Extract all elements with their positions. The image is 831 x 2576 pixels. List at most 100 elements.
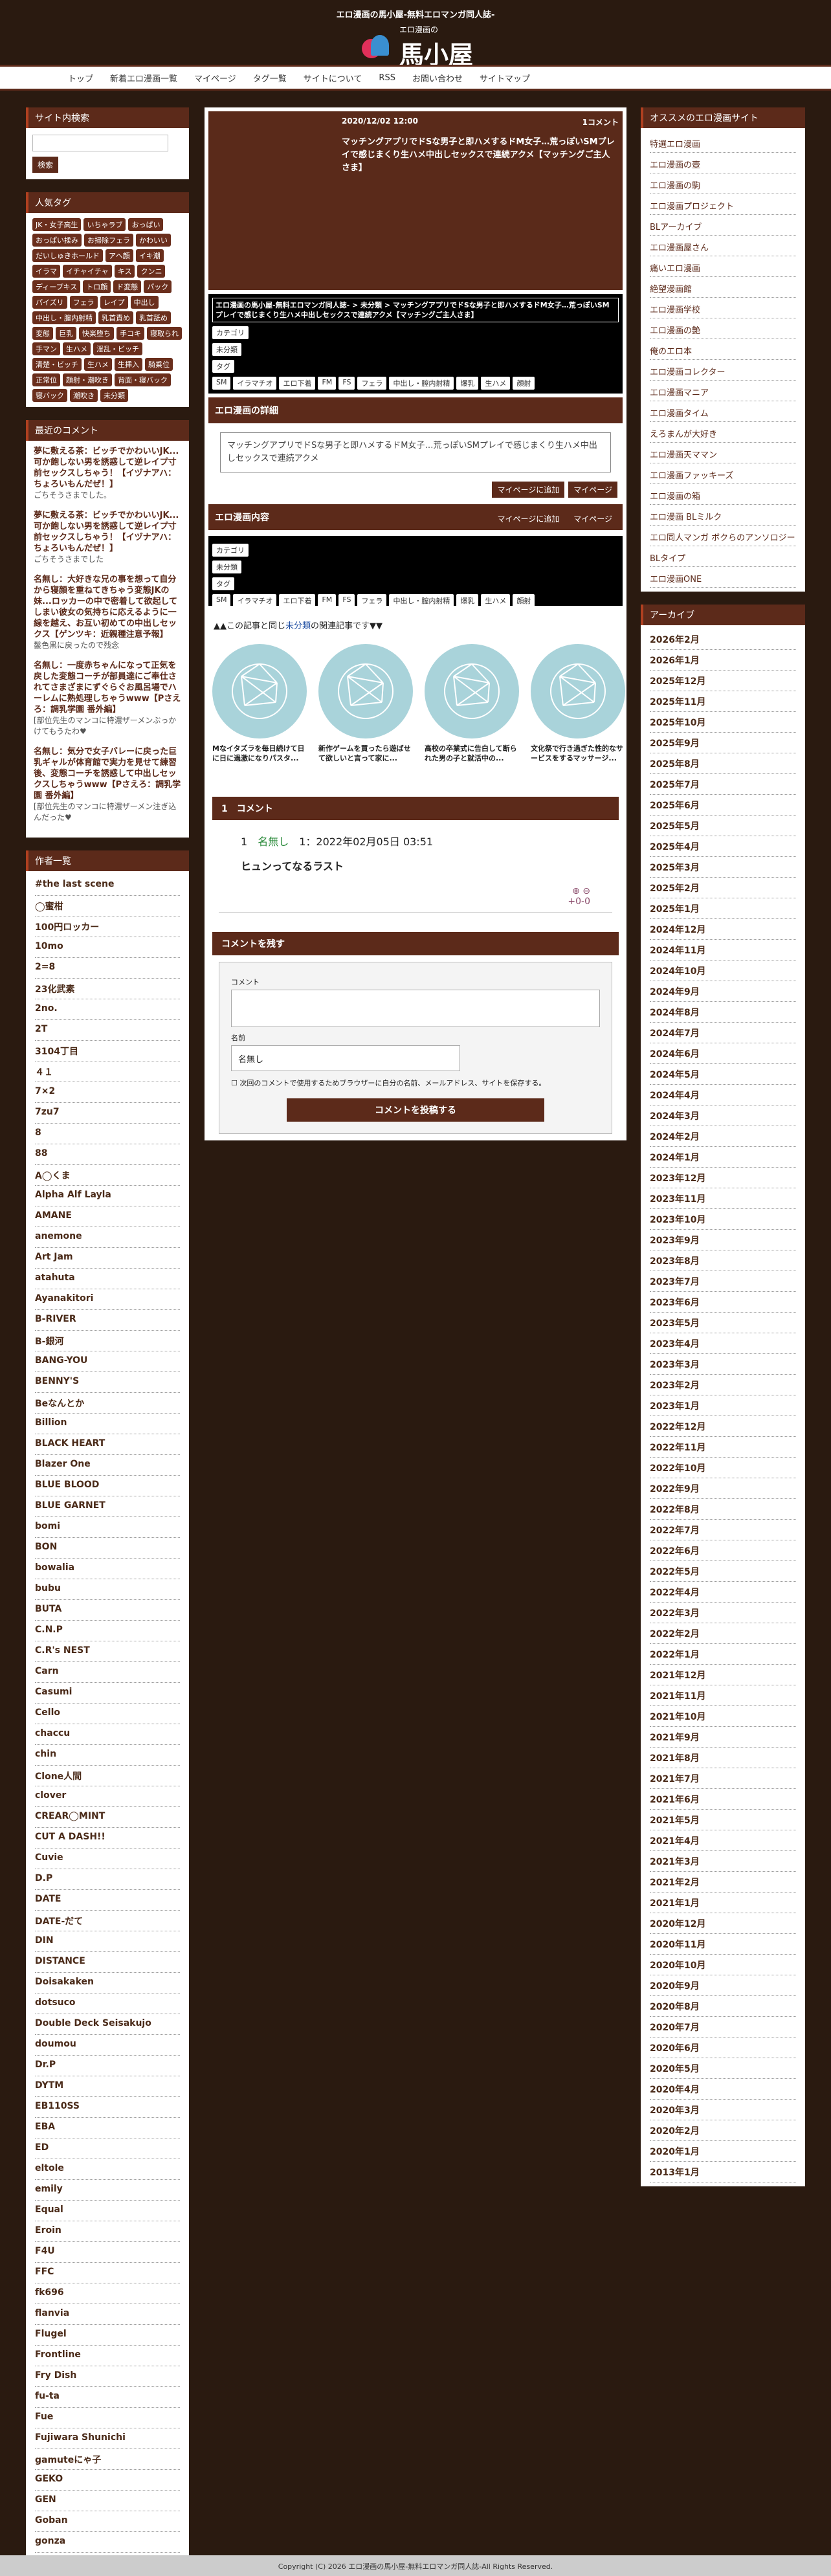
author-link[interactable]: Art Jam [35,1248,180,1269]
tag-link[interactable]: レイプ [100,296,128,309]
archive-link[interactable]: 2020年1月 [650,2141,796,2162]
author-link[interactable]: BLUE BLOOD [35,1476,180,1496]
archive-link[interactable]: 2024年6月 [650,1043,796,1064]
author-link[interactable]: Clone人間 [35,1766,180,1786]
recommended-site-link[interactable]: 絶望漫画館 [650,277,796,298]
archive-link[interactable]: 2025年6月 [650,795,796,816]
author-link[interactable]: emily [35,2180,180,2201]
author-link[interactable]: ED [35,2138,180,2159]
article-tag[interactable]: エロ下着 [279,594,316,607]
archive-link[interactable]: 2023年6月 [650,1292,796,1313]
archive-link[interactable]: 2022年11月 [650,1437,796,1458]
archive-link[interactable]: 2022年4月 [650,1582,796,1603]
author-link[interactable]: Eroin [35,2221,180,2242]
article-tag[interactable]: 中出し・膣内射精 [389,594,454,607]
recommended-site-link[interactable]: エロ漫画ONE [650,567,796,588]
author-link[interactable]: BON [35,1538,180,1559]
author-link[interactable]: Cuvie [35,1849,180,1869]
archive-link[interactable]: 2020年7月 [650,2017,796,2037]
tag-link[interactable]: おっぱい [128,218,164,231]
save-info-checkbox[interactable]: ☐ 次回のコメントで使用するためブラウザーに自分の名前、メールアドレス、サイトを… [231,1078,600,1088]
author-link[interactable]: A◯くま [35,1165,180,1186]
archive-link[interactable]: 2021年12月 [650,1665,796,1685]
tag-link[interactable]: 寝取られ [147,327,182,340]
recommended-site-link[interactable]: エロ漫画マニア [650,381,796,401]
tag-link[interactable]: 騎乗位 [145,358,173,371]
archive-link[interactable]: 2020年2月 [650,2120,796,2141]
author-link[interactable]: Alpha Alf Layla [35,1186,180,1206]
archive-link[interactable]: 2025年1月 [650,898,796,919]
author-link[interactable]: Equal [35,2201,180,2221]
tag-link[interactable]: 乳首責め [98,311,133,324]
recommended-site-link[interactable]: 特選エロ漫画 [650,132,796,153]
tag-link[interactable]: 中出し [130,296,159,309]
author-link[interactable]: Beなんとか [35,1393,180,1414]
recent-comment-title[interactable]: 名無し：大好きな兄の事を想って自分から寝顔を重ねてきちゃう変態JKの妹...ロッ… [34,574,181,640]
archive-link[interactable]: 2020年3月 [650,2100,796,2120]
related-title[interactable]: 高校の卒業式に告白して断られた男の子と就活中の... [425,744,519,764]
nav-item[interactable]: サイトマップ [471,72,538,84]
archive-link[interactable]: 2025年7月 [650,774,796,795]
archive-link[interactable]: 2021年3月 [650,1851,796,1872]
archive-link[interactable]: 2023年4月 [650,1333,796,1354]
category-link[interactable]: 未分類 [212,343,241,356]
archive-link[interactable]: 2022年6月 [650,1540,796,1561]
archive-link[interactable]: 2021年10月 [650,1706,796,1727]
archive-link[interactable]: 2021年8月 [650,1748,796,1768]
author-link[interactable]: atahuta [35,1269,180,1289]
author-link[interactable]: BENNY'S [35,1372,180,1393]
article-tag[interactable]: 爆乳 [456,377,479,390]
author-link[interactable]: DYTM [35,2076,180,2097]
recent-comment-title[interactable]: 夢に敷える茶：ビッチでかわいいJK...可か飽しない男を誘惑して逆レイプ寸前セッ… [34,510,181,554]
archive-link[interactable]: 2021年2月 [650,1872,796,1893]
author-link[interactable]: Fujiwara Shunichi [35,2428,180,2449]
archive-link[interactable]: 2025年4月 [650,836,796,857]
recommended-site-link[interactable]: エロ漫画学校 [650,298,796,318]
tag-link[interactable]: ド変態 [113,280,142,293]
archive-link[interactable]: 2025年9月 [650,733,796,753]
author-link[interactable]: anemone [35,1227,180,1248]
tag-link[interactable]: 手コキ [116,327,144,340]
tag-link[interactable]: 未分類 [100,389,128,402]
author-link[interactable]: DIN [35,1931,180,1952]
author-link[interactable]: 2=8 [35,958,180,979]
recent-comment-title[interactable]: 夢に敷える茶：ビッチでかわいいJK...可か飽しない男を誘惑して逆レイプ寸前セッ… [34,446,181,490]
author-link[interactable]: CUT A DASH!! [35,1828,180,1849]
author-link[interactable]: FFC [35,2263,180,2283]
author-link[interactable]: 3104丁目 [35,1041,180,1061]
archive-link[interactable]: 2024年10月 [650,960,796,981]
author-link[interactable]: Fue [35,2408,180,2428]
recommended-site-link[interactable]: エロ漫画の駒 [650,173,796,194]
related-card[interactable]: 新作ゲームを買ったら遊ばせて欲しいと言って家に... [318,644,413,764]
tag-link[interactable]: お掃除フェラ [84,234,133,247]
tag-link[interactable]: パック [144,280,172,293]
archive-link[interactable]: 2024年2月 [650,1126,796,1147]
tag-link[interactable]: フェラ [69,296,98,309]
author-link[interactable]: Ayanakitori [35,1289,180,1310]
author-link[interactable]: BLUE GARNET [35,1496,180,1517]
tag-link[interactable]: 淫乱・ビッチ [93,342,142,355]
author-link[interactable]: 7zu7 [35,1103,180,1124]
related-title[interactable]: 文化祭で行き過ぎた性的なサービスをするマッサージ... [531,744,625,764]
archive-link[interactable]: 2022年5月 [650,1561,796,1582]
author-link[interactable]: 10mo [35,937,180,958]
nav-item[interactable]: マイページ [186,72,245,84]
author-link[interactable]: fu-ta [35,2387,180,2408]
archive-link[interactable]: 2025年3月 [650,857,796,878]
archive-link[interactable]: 2020年11月 [650,1934,796,1955]
tag-link[interactable]: 快楽堕ち [79,327,114,340]
tag-link[interactable]: トロ顔 [83,280,111,293]
author-link[interactable]: chin [35,1745,180,1766]
author-link[interactable]: clover [35,1786,180,1807]
recommended-site-link[interactable]: エロ漫画屋さん [650,236,796,256]
author-link[interactable]: ◯蜜柑 [35,896,180,916]
article-tag[interactable]: 顔射 [513,377,535,390]
author-link[interactable]: chaccu [35,1724,180,1745]
recommended-site-link[interactable]: エロ漫画の壺 [650,153,796,173]
category-link-2[interactable]: 未分類 [212,561,241,573]
author-link[interactable]: AMANE [35,1206,180,1227]
recommended-site-link[interactable]: 痛いエロ漫画 [650,256,796,277]
search-input[interactable] [32,135,168,151]
author-link[interactable]: BANG-YOU [35,1351,180,1372]
article-tag[interactable]: SM [212,377,231,390]
